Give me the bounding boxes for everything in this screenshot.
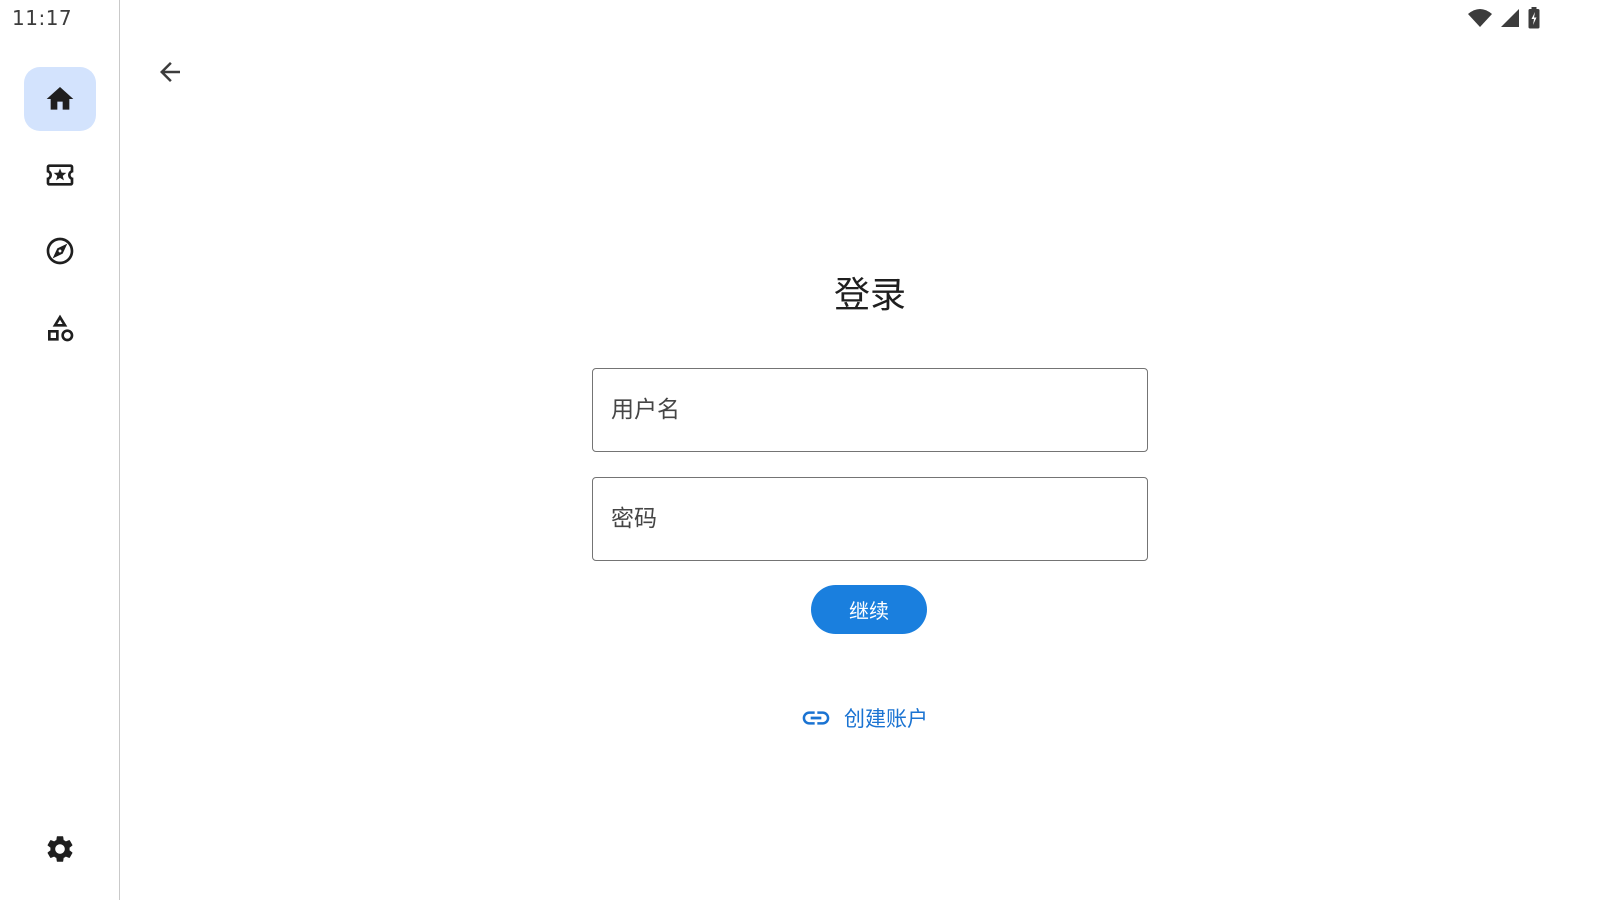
- battery-charging-icon: [1528, 7, 1540, 29]
- nav-item-explore[interactable]: [24, 219, 96, 283]
- create-account-link[interactable]: 创建账户: [800, 700, 928, 736]
- home-icon: [44, 83, 76, 115]
- page-title: 登录: [833, 275, 906, 316]
- nav-item-categories[interactable]: [24, 296, 96, 360]
- cellular-signal-icon: [1500, 8, 1520, 28]
- continue-button[interactable]: 继续: [811, 585, 927, 634]
- create-account-label: 创建账户: [844, 707, 928, 731]
- nav-item-settings[interactable]: [24, 817, 96, 881]
- arrow-back-icon: [155, 57, 185, 91]
- nav-item-home[interactable]: [24, 67, 96, 131]
- link-icon: [800, 702, 832, 734]
- password-input[interactable]: [592, 477, 1148, 561]
- compass-icon: [44, 235, 76, 267]
- settings-gear-icon: [44, 833, 76, 865]
- username-input[interactable]: [592, 368, 1148, 452]
- navigation-rail: [0, 0, 120, 900]
- wifi-icon: [1468, 8, 1492, 28]
- nav-item-tickets[interactable]: [24, 143, 96, 207]
- status-icons: [1468, 7, 1540, 29]
- shapes-icon: [44, 312, 76, 344]
- back-button[interactable]: [148, 52, 192, 96]
- ticket-star-icon: [44, 159, 76, 191]
